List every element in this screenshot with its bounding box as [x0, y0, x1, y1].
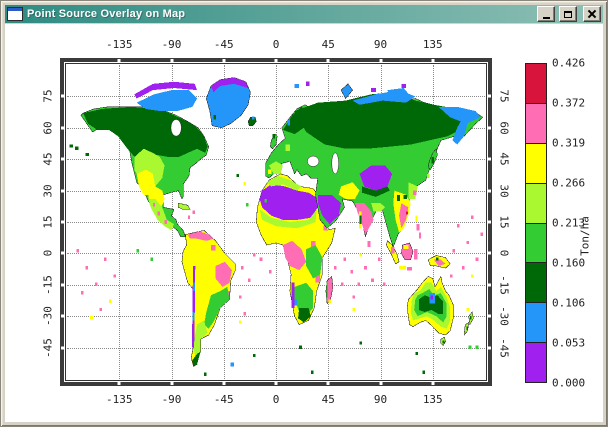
- lat-tick-label: 15: [498, 215, 511, 228]
- legend-swatch: [526, 343, 546, 382]
- lon-tick-label: -45: [214, 393, 234, 406]
- lon-tick-label: -45: [214, 38, 234, 51]
- longitude-axis-top: -135 -90 -45 0 45 90 135: [67, 38, 485, 50]
- legend-swatch: [526, 104, 546, 144]
- color-scale-bar: [525, 63, 547, 383]
- legend-tick-label: 0.426: [552, 57, 585, 70]
- lon-tick-label: 45: [322, 38, 335, 51]
- lat-tick-label: -45: [498, 338, 511, 358]
- lat-tick-label: -30: [42, 306, 55, 326]
- legend-tick-label: 0.372: [552, 97, 585, 110]
- latitude-axis-left: 75 60 45 30 15 0 -15 -30 -45: [41, 65, 55, 379]
- lon-tick-label: 90: [374, 393, 387, 406]
- legend-tick-label: 0.053: [552, 337, 585, 350]
- lon-tick-label: 0: [273, 393, 280, 406]
- lat-tick-label: 15: [42, 215, 55, 228]
- lon-tick-label: -90: [162, 393, 182, 406]
- latitude-axis-right: 75 60 45 30 15 0 -15 -30 -45: [497, 65, 511, 379]
- lon-tick-label: -135: [106, 393, 133, 406]
- lon-tick-label: 90: [374, 38, 387, 51]
- app-window-icon: [7, 7, 23, 21]
- lat-tick-label: 30: [498, 184, 511, 197]
- lat-tick-label: 45: [498, 153, 511, 166]
- lat-tick-label: -30: [498, 306, 511, 326]
- lon-tick-label: 135: [423, 38, 443, 51]
- lat-tick-label: 0: [42, 250, 55, 257]
- longitude-axis-bottom: -135 -90 -45 0 45 90 135: [67, 393, 485, 405]
- legend-swatch: [526, 184, 546, 224]
- close-icon: [587, 10, 597, 18]
- legend-unit-label: Ton/ha: [579, 216, 592, 256]
- legend-tick-label: 0.000: [552, 377, 585, 390]
- lat-tick-label: 60: [498, 121, 511, 134]
- minimize-icon: [543, 17, 550, 19]
- legend-swatch: [526, 224, 546, 264]
- minimize-button[interactable]: [537, 6, 555, 22]
- maximize-button[interactable]: [559, 6, 577, 22]
- lon-tick-label: 45: [322, 393, 335, 406]
- world-map-raster: [67, 65, 485, 379]
- lon-tick-label: 135: [423, 393, 443, 406]
- lat-tick-label: 60: [42, 121, 55, 134]
- plot-canvas: -135 -90 -45 0 45 90 135 -135 -90 -45 0 …: [5, 24, 603, 422]
- lat-tick-label: 45: [42, 153, 55, 166]
- app-window: Point Source Overlay on Map -135 -90 -45…: [0, 0, 608, 427]
- lat-tick-label: -45: [42, 338, 55, 358]
- legend-swatch: [526, 263, 546, 303]
- lat-tick-label: -15: [42, 275, 55, 295]
- lat-tick-label: -15: [498, 275, 511, 295]
- legend-swatch: [526, 303, 546, 343]
- window-title: Point Source Overlay on Map: [27, 8, 533, 20]
- lat-tick-label: 30: [42, 184, 55, 197]
- legend-swatch: [526, 64, 546, 104]
- lon-tick-label: -90: [162, 38, 182, 51]
- lat-tick-label: 0: [498, 250, 511, 257]
- titlebar[interactable]: Point Source Overlay on Map: [5, 5, 603, 23]
- lon-tick-label: -135: [106, 38, 133, 51]
- world-map: [67, 65, 485, 379]
- lon-tick-label: 0: [273, 38, 280, 51]
- legend-tick-label: 0.160: [552, 257, 585, 270]
- close-button[interactable]: [583, 6, 601, 22]
- lat-tick-label: 75: [498, 90, 511, 103]
- lat-tick-label: 75: [42, 90, 55, 103]
- legend-tick-label: 0.266: [552, 177, 585, 190]
- legend-tick-label: 0.106: [552, 297, 585, 310]
- maximize-icon: [564, 11, 572, 18]
- legend-tick-label: 0.319: [552, 137, 585, 150]
- legend-swatch: [526, 144, 546, 184]
